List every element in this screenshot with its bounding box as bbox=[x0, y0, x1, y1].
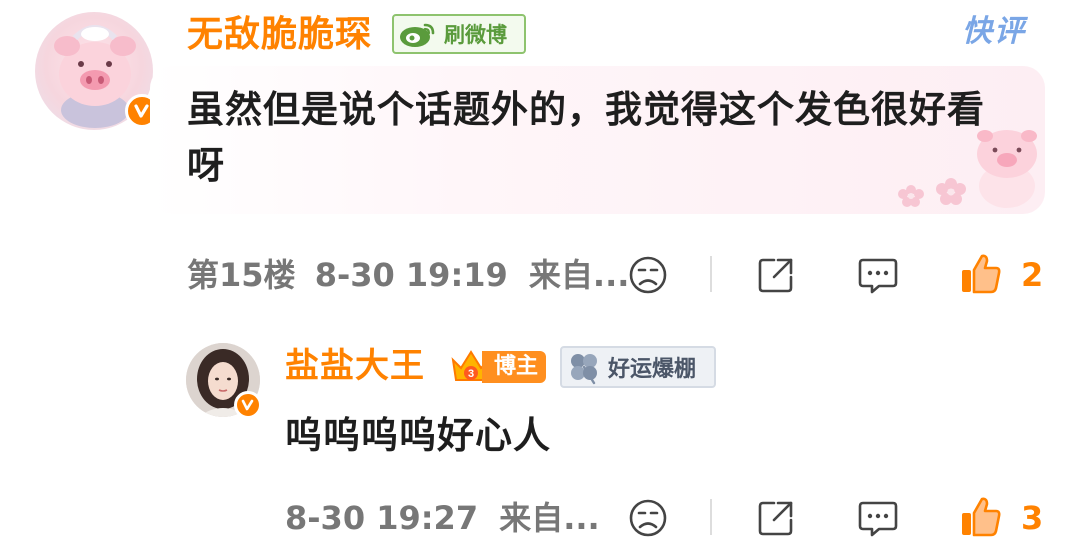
reply-source[interactable]: 来自... bbox=[499, 499, 599, 537]
rank-level: 3 bbox=[468, 368, 474, 380]
fan-badge-label: 好运爆棚 bbox=[608, 357, 697, 382]
comment-reply-button[interactable] bbox=[856, 253, 900, 297]
weibo-user-badge[interactable]: 刷微博 bbox=[392, 14, 526, 54]
comment-avatar[interactable] bbox=[35, 12, 159, 130]
reply-share-button[interactable] bbox=[754, 496, 798, 540]
thumbs-up-icon bbox=[962, 254, 1001, 294]
comment-share-button[interactable] bbox=[754, 253, 798, 297]
comment-source[interactable]: 来自... bbox=[529, 256, 629, 294]
comment-like-button[interactable] bbox=[958, 251, 1004, 297]
reply-dislike-button[interactable] bbox=[626, 496, 670, 540]
comment-icon bbox=[858, 258, 898, 294]
reply-time: 8-30 19:27 bbox=[285, 499, 479, 537]
action-divider bbox=[710, 499, 712, 535]
fan-badge[interactable]: 好运爆棚 bbox=[560, 346, 716, 388]
weibo-logo-icon bbox=[400, 23, 435, 47]
verified-v-icon bbox=[234, 391, 262, 419]
comment-like-count: 2 bbox=[1021, 256, 1044, 294]
weibo-badge-label: 刷微博 bbox=[444, 23, 507, 47]
reply-like-count: 3 bbox=[1021, 499, 1044, 537]
comment-thread: 无敌脆脆琛 刷微博 快评 虽然但是说个话题外的，我觉得这个发色很好看呀 第15楼… bbox=[0, 0, 1080, 559]
reply-comment-button[interactable] bbox=[856, 496, 900, 540]
sad-face-icon bbox=[629, 256, 667, 294]
comment-icon bbox=[858, 501, 898, 537]
thumbs-up-icon bbox=[962, 497, 1001, 537]
reply-username[interactable]: 盐盐大王 bbox=[285, 344, 425, 388]
clover-icon bbox=[571, 354, 597, 385]
comment-time: 8-30 19:19 bbox=[314, 256, 508, 294]
reply-avatar[interactable] bbox=[186, 343, 262, 419]
reply-meta: 8-30 19:27 来自... bbox=[285, 498, 600, 538]
share-icon bbox=[758, 501, 793, 536]
comment-text: 虽然但是说个话题外的，我觉得这个发色很好看呀 bbox=[187, 88, 985, 187]
share-icon bbox=[758, 258, 793, 293]
comment-meta: 第15楼 8-30 19:19 来自... bbox=[187, 255, 629, 295]
sad-face-icon bbox=[629, 499, 667, 537]
quick-review-button[interactable]: 快评 bbox=[962, 12, 1026, 52]
blogger-badge[interactable]: 3 博主 bbox=[448, 348, 550, 386]
action-divider bbox=[710, 256, 712, 292]
reply-like-button[interactable] bbox=[958, 494, 1004, 540]
comment-username[interactable]: 无敌脆脆琛 bbox=[187, 12, 372, 58]
comment-floor: 第15楼 bbox=[187, 256, 296, 294]
comment-dislike-button[interactable] bbox=[626, 253, 670, 297]
reply-text: 呜呜呜呜好心人 bbox=[285, 414, 551, 457]
blogger-badge-label: 博主 bbox=[482, 351, 547, 383]
